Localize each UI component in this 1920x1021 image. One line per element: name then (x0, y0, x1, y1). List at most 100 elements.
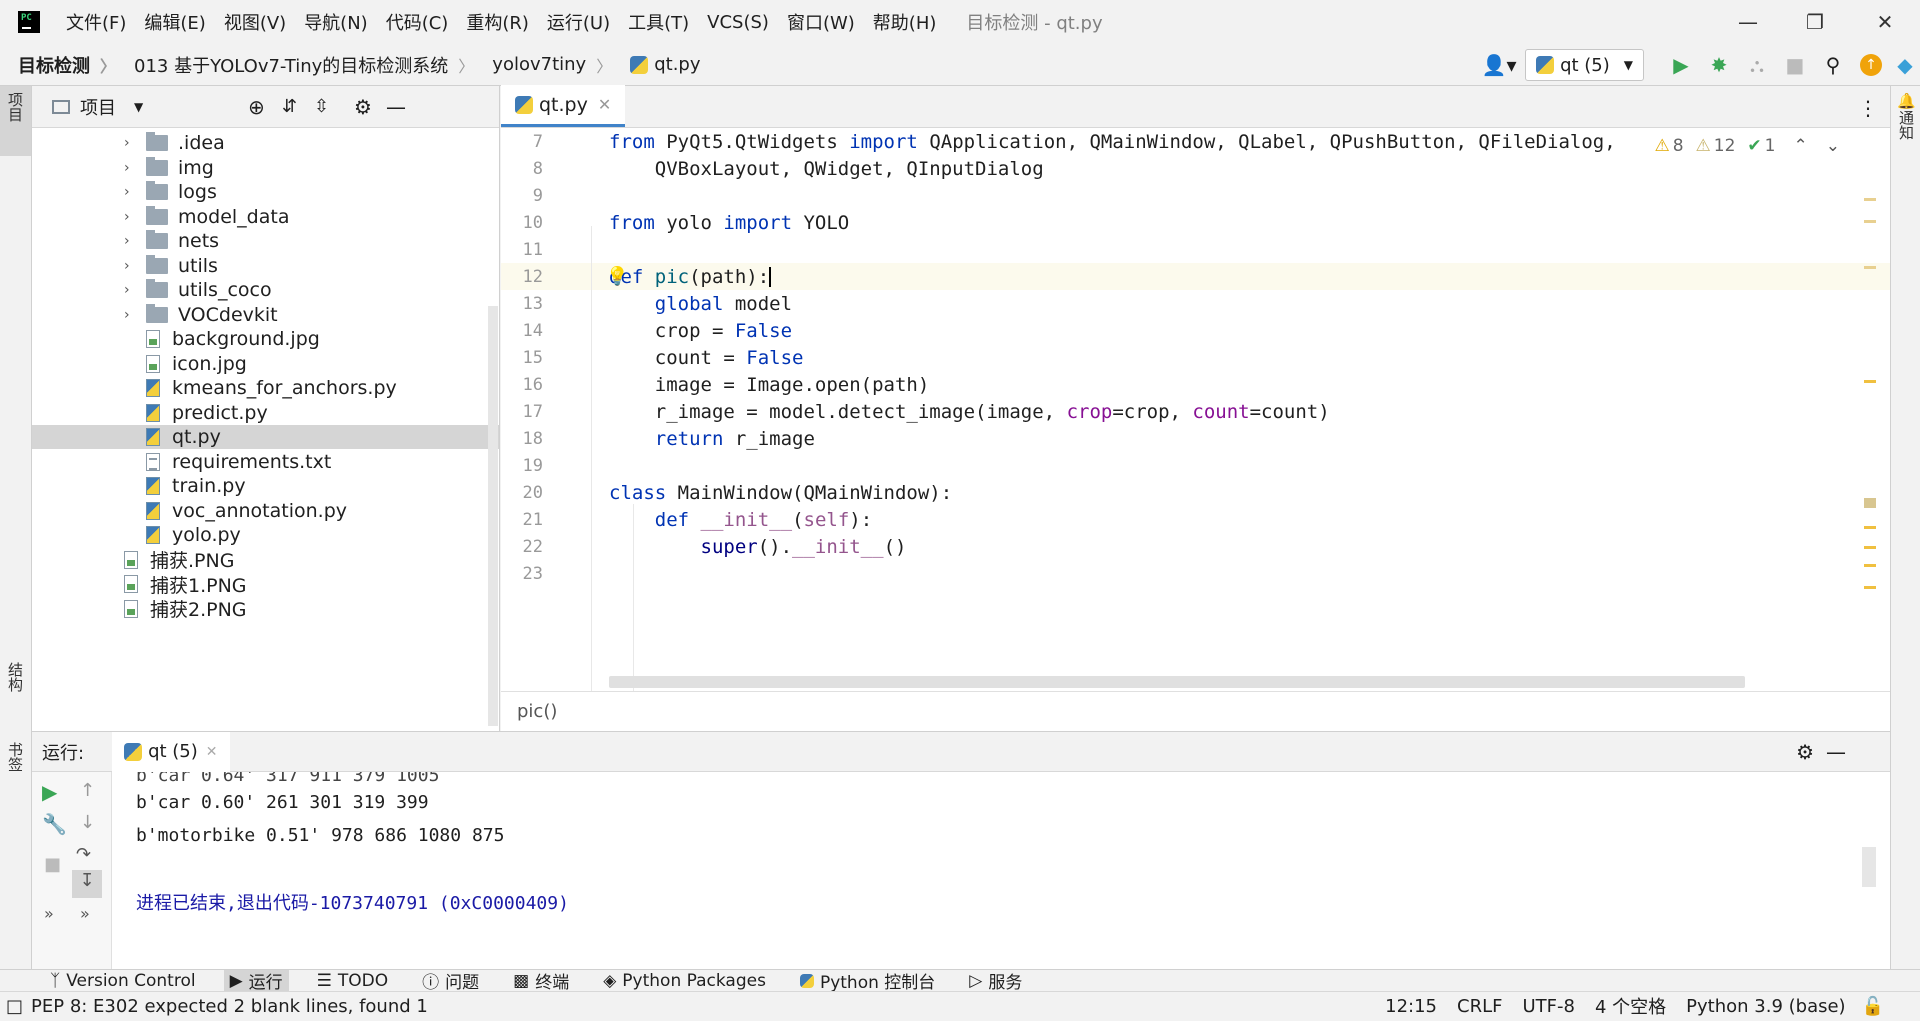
tab-notifications[interactable]: 🔔 通知 (1891, 86, 1920, 166)
chevron-right-icon[interactable]: › (124, 258, 138, 274)
coverage-icon[interactable]: ⛬ (1738, 44, 1776, 86)
indent-setting[interactable]: 4 个空格 (1595, 993, 1666, 1019)
tree-file[interactable]: 捕获.PNG (32, 548, 499, 572)
wrench-icon[interactable]: 🔧 (42, 812, 67, 836)
code-line[interactable]: 22 super().__init__() (501, 533, 1890, 560)
tw-python-console[interactable]: Python 控制台 (794, 970, 941, 993)
close-tab-icon[interactable]: ✕ (206, 744, 218, 760)
tab-bookmarks[interactable]: 书签 (0, 736, 31, 806)
tree-scrollbar[interactable] (488, 306, 498, 726)
run-icon[interactable]: ▶ (1662, 44, 1700, 86)
code-breadcrumb[interactable]: pic() (501, 691, 1890, 731)
tree-folder[interactable]: › utils (32, 254, 499, 278)
breadcrumb-file[interactable]: qt.py (630, 54, 701, 75)
code-line[interactable]: 12 def pic(path): (501, 263, 1890, 290)
tw-run[interactable]: ▶ 运行 (223, 969, 289, 993)
inspection-widget[interactable]: ⚠ 8 ⚠ 12 ✔ 1 ⌃ ⌄ (1654, 136, 1840, 156)
caret-position[interactable]: 12:15 (1385, 996, 1437, 1017)
code-line[interactable]: 9 (501, 182, 1890, 209)
stop-icon[interactable]: ■ (44, 854, 61, 875)
menu-file[interactable]: 文件(F) (66, 9, 126, 35)
next-highlight-icon[interactable]: ⌄ (1826, 136, 1840, 156)
close-window-button[interactable]: ✕ (1850, 0, 1920, 44)
collapse-all-icon[interactable]: ⇳ (314, 96, 329, 117)
restore-button[interactable]: ❐ (1780, 0, 1850, 44)
code-line[interactable]: 11 (501, 236, 1890, 263)
tree-folder[interactable]: › img (32, 156, 499, 180)
more-options-icon[interactable]: ⋮ (1858, 96, 1878, 120)
menu-view[interactable]: 视图(V) (224, 9, 286, 35)
tw-problems[interactable]: ⓘ 问题 (416, 970, 485, 993)
tree-file[interactable]: yolo.py (32, 523, 499, 547)
tree-file[interactable]: icon.jpg (32, 352, 499, 376)
tab-qt-py[interactable]: qt.py ✕ (501, 85, 626, 127)
stop-icon[interactable]: ■ (1776, 44, 1814, 86)
chevron-right-icon[interactable]: › (124, 184, 138, 200)
jetbrains-logo-icon[interactable]: ◆ (1890, 44, 1920, 86)
rerun-icon[interactable]: ▶ (42, 780, 57, 804)
code-line[interactable]: 17 r_image = model.detect_image(image, c… (501, 398, 1890, 425)
code-line[interactable]: 14 crop = False (501, 317, 1890, 344)
code-line[interactable]: 13 global model (501, 290, 1890, 317)
update-icon[interactable]: ↑ (1852, 44, 1890, 86)
tw-services[interactable]: ▷ 服务 (963, 970, 1028, 994)
breadcrumb-subfolder[interactable]: yolov7tiny 〉 (492, 53, 612, 77)
tree-folder[interactable]: › logs (32, 180, 499, 204)
code-line[interactable]: 10 from yolo import YOLO (501, 209, 1890, 236)
tree-folder[interactable]: › nets (32, 229, 499, 253)
menu-navigate[interactable]: 导航(N) (304, 9, 368, 35)
tab-run-qt[interactable]: qt (5) ✕ (112, 731, 230, 772)
tree-file[interactable]: background.jpg (32, 327, 499, 351)
error-stripe[interactable] (1864, 168, 1876, 688)
tree-folder[interactable]: › utils_coco (32, 278, 499, 302)
scroll-to-end-icon[interactable]: ↧ (72, 870, 102, 898)
code-line[interactable]: 18 return r_image (501, 425, 1890, 452)
menu-window[interactable]: 窗口(W) (787, 9, 855, 35)
search-icon[interactable]: ⚲ (1814, 44, 1852, 86)
expand-all-icon[interactable]: ⇵ (282, 96, 297, 117)
chevron-right-icon[interactable]: › (124, 233, 138, 249)
code-line[interactable]: 15 count = False (501, 344, 1890, 371)
user-account-icon[interactable]: 👤▾ (1473, 44, 1525, 86)
tab-structure[interactable]: 结构 (0, 656, 31, 726)
tree-file[interactable]: predict.py (32, 401, 499, 425)
locate-file-icon[interactable]: ⊕ (248, 95, 265, 119)
prev-highlight-icon[interactable]: ⌃ (1794, 136, 1808, 156)
tree-file[interactable]: qt.py (32, 425, 499, 449)
chevron-right-icon[interactable]: › (124, 135, 138, 151)
code-area[interactable]: 7 from PyQt5.QtWidgets import QApplicatio… (501, 128, 1890, 691)
tree-folder[interactable]: › .idea (32, 131, 499, 155)
tw-version-control[interactable]: ᛉ Version Control (44, 970, 202, 992)
run-config-select[interactable]: qt (5) ▼ (1525, 49, 1644, 81)
menu-vcs[interactable]: VCS(S) (707, 12, 769, 33)
tab-project[interactable]: 项目 (0, 86, 31, 156)
lock-icon[interactable]: 🔓 (1862, 996, 1884, 1017)
menu-edit[interactable]: 编辑(E) (144, 9, 205, 35)
breadcrumb-folder[interactable]: 013 基于YOLOv7-Tiny的目标检测系统〉 (134, 52, 474, 78)
python-interpreter[interactable]: Python 3.9 (base) (1686, 996, 1845, 1017)
gear-icon[interactable]: ⚙ (1796, 740, 1814, 764)
tree-folder[interactable]: › model_data (32, 205, 499, 229)
scroll-down-icon[interactable]: ↓ (80, 812, 95, 833)
status-message[interactable]: PEP 8: E302 expected 2 blank lines, foun… (31, 996, 428, 1017)
menu-code[interactable]: 代码(C) (386, 9, 449, 35)
chevron-right-icon[interactable]: › (124, 160, 138, 176)
tree-file[interactable]: kmeans_for_anchors.py (32, 376, 499, 400)
tw-python-packages[interactable]: ◈ Python Packages (597, 970, 772, 992)
tw-terminal[interactable]: ▩ 终端 (507, 970, 575, 994)
menu-tools[interactable]: 工具(T) (628, 9, 689, 35)
menu-run[interactable]: 运行(U) (547, 9, 610, 35)
hide-panel-icon[interactable]: — (386, 95, 406, 119)
breadcrumb-project[interactable]: 目标检测〉 (18, 52, 116, 78)
tree-file[interactable]: 捕获2.PNG (32, 597, 499, 621)
minimize-button[interactable]: — (1713, 0, 1783, 44)
tree-folder[interactable]: › VOCdevkit (32, 303, 499, 327)
scroll-up-icon[interactable]: ↑ (80, 780, 95, 801)
project-panel-title[interactable]: 项目 (80, 94, 116, 120)
lightbulb-icon[interactable]: 💡 (606, 266, 628, 287)
tree-file[interactable]: requirements.txt (32, 450, 499, 474)
gear-icon[interactable]: ⚙ (354, 95, 372, 119)
code-line[interactable]: 16 image = Image.open(path) (501, 371, 1890, 398)
more-icon[interactable]: » (44, 904, 54, 923)
file-encoding[interactable]: UTF-8 (1522, 996, 1574, 1017)
